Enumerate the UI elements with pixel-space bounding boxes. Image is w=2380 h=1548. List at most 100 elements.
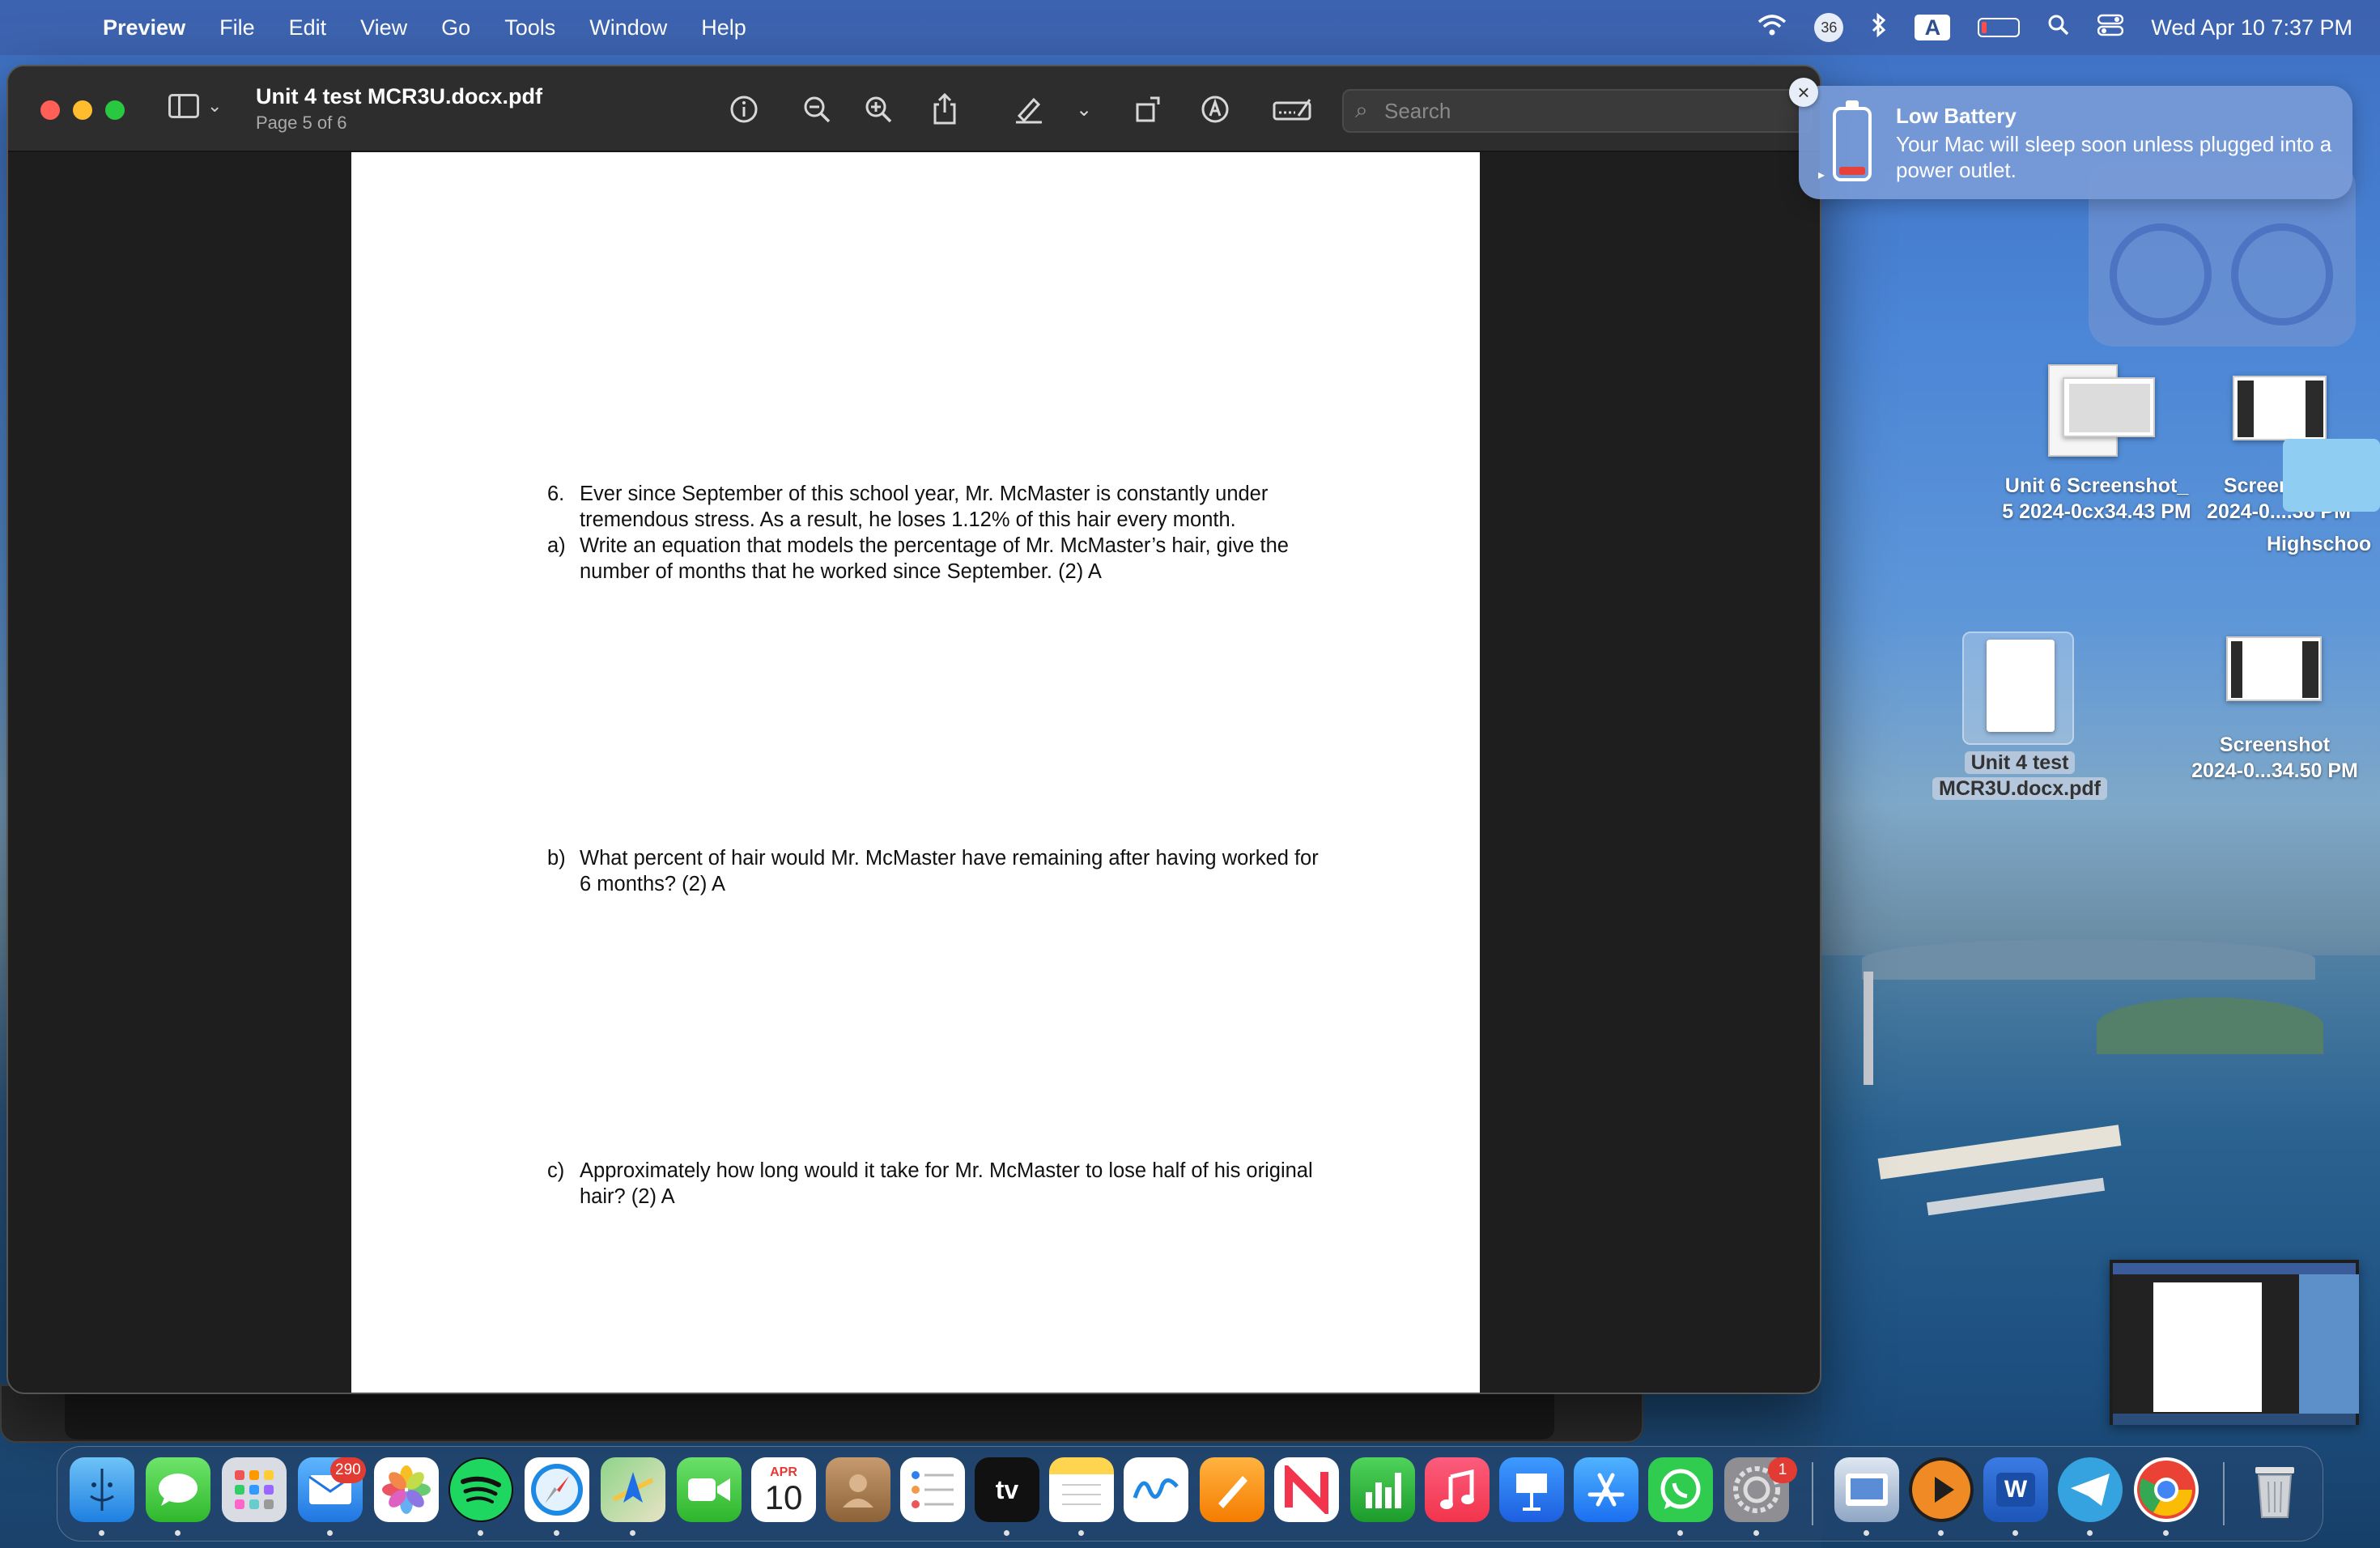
share-icon[interactable] bbox=[926, 91, 963, 128]
desktop-icon-label-3[interactable]: Unit 4 test MCR3U.docx.pdf bbox=[1927, 750, 2113, 802]
wallpaper-tower bbox=[1864, 972, 1873, 1085]
telegram-icon[interactable] bbox=[2058, 1457, 2123, 1522]
search-field[interactable]: ⌕ Search bbox=[1342, 89, 1812, 133]
window-toolbar: ⌄ Unit 4 test MCR3U.docx.pdf Page 5 of 6… bbox=[8, 66, 1820, 152]
icon-label-line: MCR3U.docx.pdf bbox=[1932, 777, 2107, 800]
control-center-icon[interactable] bbox=[2097, 14, 2124, 42]
finder-icon[interactable] bbox=[70, 1457, 134, 1522]
desktop-thumb-screenshot-b[interactable] bbox=[2233, 376, 2327, 440]
question-text: Approximately how long would it take for… bbox=[580, 1159, 1313, 1208]
notification-title: Low Battery bbox=[1896, 104, 2017, 128]
document-title: Unit 4 test MCR3U.docx.pdf bbox=[256, 84, 543, 108]
running-indicator bbox=[478, 1530, 483, 1536]
expand-caret-icon[interactable]: ▸ bbox=[1818, 167, 1825, 183]
form-filling-icon[interactable] bbox=[1271, 91, 1315, 128]
zoom-button[interactable] bbox=[105, 100, 125, 120]
keynote-icon[interactable] bbox=[1499, 1457, 1564, 1522]
status-area: 36 A Wed Apr 10 7:37 PM bbox=[1757, 0, 2352, 55]
icon-label-line: Screenshot bbox=[2219, 734, 2331, 756]
photos-icon[interactable] bbox=[374, 1457, 439, 1522]
pdf-page[interactable]: 6. Ever since September of this school y… bbox=[351, 152, 1480, 1393]
menu-view[interactable]: View bbox=[343, 15, 424, 40]
thumb-desktop bbox=[2299, 1274, 2359, 1414]
minimize-button[interactable] bbox=[73, 100, 92, 120]
menu-edit[interactable]: Edit bbox=[272, 15, 344, 40]
thumb-menubar bbox=[2113, 1263, 2356, 1274]
window-title-block: Unit 4 test MCR3U.docx.pdf Page 5 of 6 bbox=[256, 84, 542, 134]
notification-close-button[interactable]: × bbox=[1789, 78, 1818, 107]
desktop-thumb-screenshot-c[interactable] bbox=[2226, 636, 2322, 701]
reminders-icon[interactable] bbox=[900, 1457, 965, 1522]
folder-icon[interactable] bbox=[2283, 439, 2380, 512]
clock[interactable]: Wed Apr 10 7:37 PM bbox=[2151, 15, 2352, 40]
desktop-folder-label[interactable]: Highschoo bbox=[2267, 531, 2380, 557]
question-number: a) bbox=[547, 534, 566, 557]
launchpad-icon[interactable] bbox=[222, 1457, 287, 1522]
numbers-icon[interactable] bbox=[1350, 1457, 1415, 1522]
question-number: 6. bbox=[547, 483, 565, 505]
app-store-icon[interactable] bbox=[1574, 1457, 1638, 1522]
close-button[interactable] bbox=[40, 100, 60, 120]
menu-file[interactable]: File bbox=[202, 15, 272, 40]
desktop-icon-label-4[interactable]: Screenshot 2024-0...34.50 PM bbox=[2170, 732, 2380, 784]
menu-go[interactable]: Go bbox=[424, 15, 487, 40]
wifi-icon[interactable] bbox=[1757, 14, 1787, 42]
search-placeholder: Search bbox=[1384, 98, 1451, 123]
low-battery-icon bbox=[1833, 100, 1872, 181]
preview-window: ⌄ Unit 4 test MCR3U.docx.pdf Page 5 of 6… bbox=[6, 65, 1821, 1394]
highlight-options-chevron-icon[interactable]: ⌄ bbox=[1065, 91, 1103, 128]
zoom-in-icon[interactable] bbox=[860, 91, 897, 128]
whatsapp-icon[interactable] bbox=[1648, 1457, 1713, 1522]
sidebar-toggle-button[interactable]: ⌄ bbox=[168, 94, 222, 118]
maps-icon[interactable] bbox=[601, 1457, 665, 1522]
trash-icon[interactable] bbox=[2242, 1457, 2307, 1522]
running-indicator bbox=[2012, 1530, 2018, 1536]
status-badge[interactable]: 36 bbox=[1814, 13, 1844, 42]
apple-tv-icon[interactable]: tv bbox=[975, 1457, 1039, 1522]
news-icon[interactable] bbox=[1274, 1457, 1339, 1522]
contacts-icon[interactable] bbox=[826, 1457, 890, 1522]
pages-icon[interactable] bbox=[1200, 1457, 1264, 1522]
wallpaper-hills bbox=[1862, 939, 2315, 980]
markup-icon[interactable] bbox=[1196, 91, 1234, 128]
menu-app-name[interactable]: Preview bbox=[86, 15, 202, 40]
running-indicator bbox=[327, 1530, 333, 1536]
rotate-icon[interactable] bbox=[1130, 91, 1167, 128]
desktop-thumb-screenshot-a[interactable] bbox=[2063, 377, 2155, 437]
running-indicator bbox=[1078, 1530, 1084, 1536]
freeform-icon[interactable] bbox=[1124, 1457, 1188, 1522]
infuse-player-icon[interactable] bbox=[1909, 1457, 1974, 1522]
microsoft-word-icon[interactable]: W bbox=[1983, 1457, 2048, 1522]
zoom-out-icon[interactable] bbox=[798, 91, 835, 128]
low-battery-notification[interactable]: ▸ Low Battery Your Mac will sleep soon u… bbox=[1799, 86, 2352, 199]
traffic-lights bbox=[40, 100, 125, 120]
word-label: W bbox=[1995, 1473, 2036, 1507]
chrome-icon[interactable] bbox=[2134, 1457, 2199, 1522]
messages-icon[interactable] bbox=[146, 1457, 210, 1522]
music-icon[interactable] bbox=[1425, 1457, 1490, 1522]
input-source-icon[interactable]: A bbox=[1915, 15, 1951, 40]
dock-separator bbox=[1812, 1462, 1813, 1525]
spotlight-search-icon[interactable] bbox=[2047, 14, 2070, 42]
running-indicator bbox=[2087, 1530, 2093, 1536]
icon-label-line: 2024-0...34.50 PM bbox=[2191, 759, 2358, 782]
running-indicator bbox=[630, 1530, 635, 1536]
pdf-document-icon[interactable] bbox=[1987, 640, 2055, 732]
preview-app-icon[interactable] bbox=[1834, 1457, 1899, 1522]
highlight-pen-icon[interactable] bbox=[1010, 91, 1048, 128]
screenshot-floating-thumbnail[interactable] bbox=[2110, 1260, 2359, 1425]
menu-help[interactable]: Help bbox=[684, 15, 763, 40]
bluetooth-icon[interactable] bbox=[1871, 12, 1887, 44]
spotify-icon[interactable] bbox=[448, 1457, 513, 1522]
menu-window[interactable]: Window bbox=[572, 15, 684, 40]
menu-tools[interactable]: Tools bbox=[487, 15, 572, 40]
battery-icon[interactable] bbox=[1978, 18, 2021, 37]
running-indicator bbox=[2163, 1530, 2169, 1536]
safari-icon[interactable] bbox=[525, 1457, 589, 1522]
notes-icon[interactable] bbox=[1049, 1457, 1114, 1522]
info-icon[interactable] bbox=[725, 91, 763, 128]
question-number: b) bbox=[547, 847, 566, 870]
question-number: c) bbox=[547, 1159, 565, 1182]
facetime-icon[interactable] bbox=[677, 1457, 742, 1522]
calendar-icon[interactable]: APR 10 bbox=[751, 1457, 816, 1522]
